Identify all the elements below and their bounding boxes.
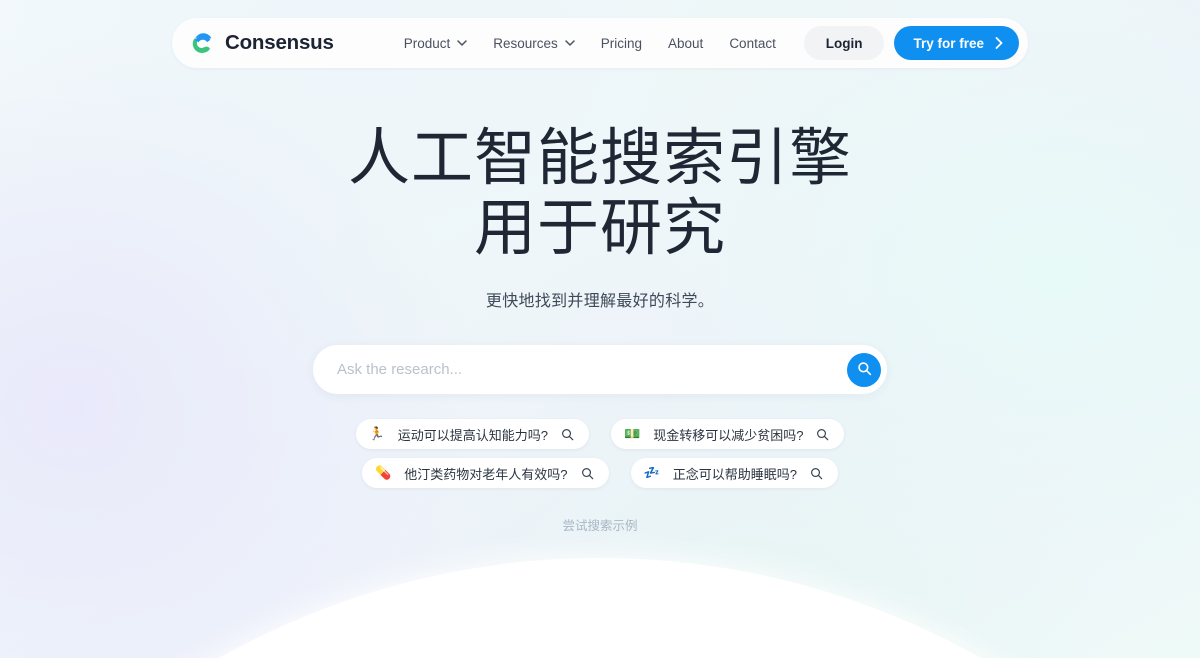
search-input[interactable] (337, 361, 847, 379)
suggestion-chip-row: 💊 他汀类药物对老年人有效吗? 💤 正念可以帮助睡眠吗? (362, 458, 838, 489)
sleep-zzz-icon: 💤 (643, 465, 660, 481)
suggestion-chip-row: 🏃 运动可以提高认知能力吗? 💵 现金转移可以减少贫困吗? (355, 419, 845, 450)
search-icon (810, 467, 823, 480)
suggestion-chip-statins-elderly[interactable]: 💊 他汀类药物对老年人有效吗? (362, 458, 609, 489)
page-background: Consensus Product Resources Pricing Abou… (0, 0, 1200, 658)
search-icon (816, 428, 829, 441)
suggestion-chip-label: 运动可以提高认知能力吗? (397, 427, 548, 443)
runner-icon: 🏃 (368, 426, 385, 442)
bottom-white-curve (0, 558, 1200, 658)
suggestion-chips: 🏃 运动可以提高认知能力吗? 💵 现金转移可以减少贫困吗? 💊 他汀类药物对老年… (150, 419, 1050, 534)
suggestions-caption: 尝试搜索示例 (562, 519, 638, 534)
search-submit-button[interactable] (847, 352, 881, 387)
suggestion-chip-cash-transfers-poverty[interactable]: 💵 现金转移可以减少贫困吗? (611, 419, 845, 450)
hero-section: 人工智能搜索引擎 用于研究 更快地找到并理解最好的科学。 🏃 (0, 0, 1200, 534)
suggestion-chip-label: 现金转移可以减少贫困吗? (653, 427, 804, 443)
suggestion-chip-exercise-cognition[interactable]: 🏃 运动可以提高认知能力吗? (355, 419, 589, 450)
suggestion-chip-mindfulness-sleep[interactable]: 💤 正念可以帮助睡眠吗? (630, 458, 838, 489)
search-icon (561, 428, 574, 441)
banknote-icon: 💵 (624, 426, 641, 442)
headline-line-2: 用于研究 (473, 194, 726, 264)
page-title: 人工智能搜索引擎 用于研究 (0, 124, 1200, 264)
suggestion-chip-label: 正念可以帮助睡眠吗? (672, 466, 797, 482)
suggestion-chip-label: 他汀类药物对老年人有效吗? (404, 466, 568, 482)
hero-subtitle: 更快地找到并理解最好的科学。 (485, 293, 715, 311)
pill-icon: 💊 (375, 465, 392, 481)
search-icon (857, 361, 872, 379)
headline-line-1: 人工智能搜索引擎 (347, 124, 852, 193)
search-icon (581, 467, 594, 480)
search-bar[interactable] (313, 345, 887, 395)
